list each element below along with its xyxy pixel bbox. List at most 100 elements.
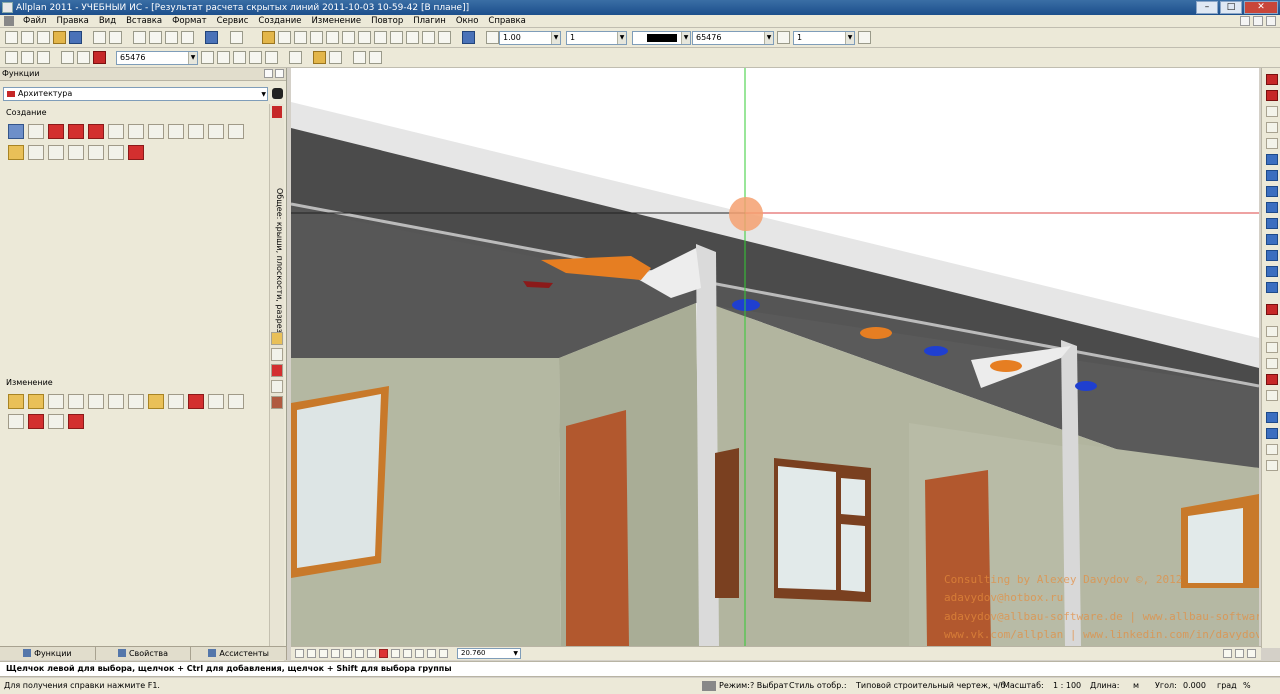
window-copy-icon[interactable] xyxy=(1235,649,1244,658)
snap-icon[interactable] xyxy=(5,51,18,64)
minimize-button[interactable]: – xyxy=(1196,1,1218,14)
modify-triangle-icon[interactable] xyxy=(8,414,24,429)
modify-opening-icon[interactable] xyxy=(128,394,144,409)
binoculars-icon[interactable] xyxy=(108,394,124,409)
open-files-icon[interactable] xyxy=(21,31,34,44)
status-style-value[interactable]: Типовой строительный чертеж, ч/б xyxy=(856,678,1005,694)
symbol-icon[interactable] xyxy=(358,31,371,44)
right-tool-7[interactable] xyxy=(1266,170,1278,181)
palette-close-icon[interactable] xyxy=(275,69,284,78)
pan-down-icon[interactable] xyxy=(355,649,364,658)
status-scale-value[interactable]: 1 : 100 xyxy=(1053,678,1081,694)
menu-modify[interactable]: Изменение xyxy=(306,16,366,26)
filter-icon[interactable] xyxy=(1266,460,1278,471)
window-tile-icon[interactable] xyxy=(353,51,366,64)
list-icon[interactable] xyxy=(28,145,44,160)
right-tool-14[interactable] xyxy=(1266,282,1278,293)
render-mode-icon[interactable] xyxy=(379,649,388,658)
clipboard-icon[interactable] xyxy=(289,51,302,64)
modify-plane-icon[interactable] xyxy=(168,394,184,409)
app-icon[interactable] xyxy=(2,2,13,13)
side-tab-1[interactable] xyxy=(271,332,283,345)
view-icon[interactable] xyxy=(390,31,403,44)
right-tool-21[interactable] xyxy=(1266,412,1278,423)
fileset-icon[interactable] xyxy=(329,51,342,64)
right-tool-1[interactable] xyxy=(1266,74,1278,85)
stair-icon[interactable] xyxy=(148,124,164,139)
right-tool-12[interactable] xyxy=(1266,250,1278,261)
modify-wall-icon[interactable] xyxy=(8,394,24,409)
right-tool-4[interactable] xyxy=(1266,122,1278,133)
text-abc-icon[interactable] xyxy=(188,124,204,139)
window-arrange-icon[interactable] xyxy=(369,51,382,64)
pan-left-icon[interactable] xyxy=(319,649,328,658)
globe-icon[interactable] xyxy=(462,31,475,44)
rotate-right-icon[interactable] xyxy=(427,649,436,658)
document-icon[interactable] xyxy=(4,16,14,26)
save-icon[interactable] xyxy=(69,31,82,44)
roof-icon[interactable] xyxy=(68,124,84,139)
status-mode-value[interactable]: ? Выбрат xyxy=(750,678,788,694)
drawing-viewport[interactable]: Consulting by Alexey Davydov ©, 2012 ada… xyxy=(291,68,1259,646)
hatch-select[interactable]: 1 ▼ xyxy=(793,31,855,45)
status-angle-value[interactable]: 0.000 xyxy=(1183,678,1206,694)
menu-help[interactable]: Справка xyxy=(483,16,530,26)
modify-text-icon[interactable] xyxy=(48,394,64,409)
layer-icon[interactable] xyxy=(262,31,275,44)
status-length-value[interactable]: м xyxy=(1133,678,1139,694)
menu-file[interactable]: Файл xyxy=(18,16,51,26)
pen-icon[interactable] xyxy=(486,31,499,44)
side-tab-3[interactable] xyxy=(271,364,283,377)
menu-create[interactable]: Создание xyxy=(253,16,306,26)
menu-window[interactable]: Окно xyxy=(451,16,484,26)
right-tool-5[interactable] xyxy=(1266,138,1278,149)
menu-view[interactable]: Вид xyxy=(94,16,121,26)
line-thickness-select[interactable]: 1.00 ▼ xyxy=(499,31,561,45)
pen-color-select[interactable]: ▼ xyxy=(632,31,691,45)
print-preview-icon[interactable] xyxy=(93,31,106,44)
modify-join-icon[interactable] xyxy=(48,414,64,429)
report-icon[interactable] xyxy=(48,145,64,160)
rotate-left-icon[interactable] xyxy=(415,649,424,658)
grid-icon[interactable] xyxy=(326,31,339,44)
maximize-button[interactable]: □ xyxy=(1220,1,1242,14)
right-delete-icon[interactable] xyxy=(1266,304,1278,315)
right-tool-9[interactable] xyxy=(1266,202,1278,213)
modify-delete-icon[interactable] xyxy=(68,414,84,429)
redo-icon[interactable] xyxy=(230,31,243,44)
new-file-icon[interactable] xyxy=(37,31,50,44)
module-select[interactable]: Архитектура ▼ xyxy=(3,87,268,101)
column-icon[interactable] xyxy=(48,124,64,139)
right-tool-20[interactable] xyxy=(1266,390,1278,401)
modify-color-icon[interactable] xyxy=(188,394,204,409)
wireframe-icon[interactable] xyxy=(403,649,412,658)
right-tool-17[interactable] xyxy=(1266,342,1278,353)
menu-tools[interactable]: Сервис xyxy=(212,16,254,26)
layer-visible-icon[interactable] xyxy=(233,51,246,64)
hidden-mode-icon[interactable] xyxy=(391,649,400,658)
right-tool-13[interactable] xyxy=(1266,266,1278,277)
plane-icon[interactable] xyxy=(108,124,124,139)
nav-all-icon[interactable] xyxy=(295,649,304,658)
copy-icon[interactable] xyxy=(149,31,162,44)
cube-icon[interactable] xyxy=(438,31,451,44)
modify-attr-icon[interactable] xyxy=(88,394,104,409)
window-restore-icon[interactable] xyxy=(1223,649,1232,658)
doc-minimize-button[interactable] xyxy=(1240,16,1250,26)
menu-insert[interactable]: Вставка xyxy=(121,16,167,26)
find-icon[interactable] xyxy=(272,88,283,99)
text-icon[interactable] xyxy=(342,31,355,44)
wizard-icon[interactable] xyxy=(310,31,323,44)
close-button[interactable]: ✕ xyxy=(1244,1,1278,14)
zoom-window-icon[interactable] xyxy=(21,51,34,64)
delete-icon[interactable] xyxy=(93,51,106,64)
layer-select-2[interactable]: 65476 ▼ xyxy=(116,51,198,65)
modify-cut-icon[interactable] xyxy=(28,414,44,429)
doc-restore-button[interactable] xyxy=(1253,16,1263,26)
window-print-icon[interactable] xyxy=(1247,649,1256,658)
animation-icon[interactable] xyxy=(422,31,435,44)
dimension-icon[interactable] xyxy=(208,124,224,139)
annotation-icon[interactable] xyxy=(8,145,24,160)
tab-properties[interactable]: Свойства xyxy=(96,647,192,660)
doc-close-button[interactable] xyxy=(1266,16,1276,26)
